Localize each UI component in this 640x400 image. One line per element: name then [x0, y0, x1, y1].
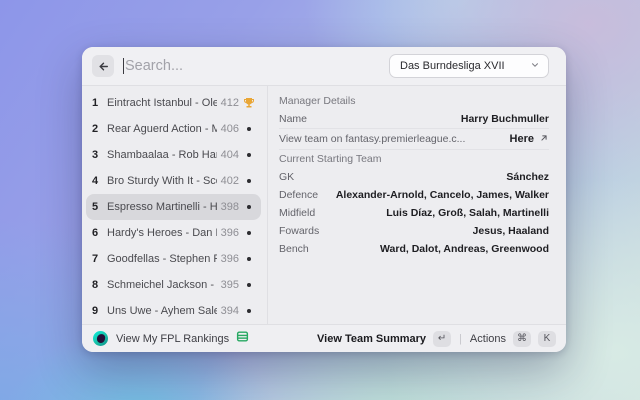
- footer-divider: |: [459, 333, 462, 345]
- team-score: 412: [221, 97, 239, 109]
- name-label: Name: [279, 113, 307, 125]
- text-caret: [123, 58, 124, 74]
- midfield-label: Midfield: [279, 207, 315, 219]
- footer-actions: View Team Summary ↵ | Actions ⌘ K: [317, 331, 556, 347]
- ranking-row-8[interactable]: 8 Schmeichel Jackson - T... 395: [86, 272, 261, 298]
- back-button[interactable]: [92, 55, 114, 77]
- search-input[interactable]: [125, 58, 325, 74]
- k-key-badge: K: [538, 331, 556, 347]
- dot-icon: [239, 257, 259, 261]
- team-score: 394: [221, 305, 239, 317]
- name-value: Harry Buchmuller: [461, 113, 549, 125]
- rank-number: 4: [92, 175, 105, 187]
- ranking-row-6[interactable]: 6 Hardy's Heroes - Dan H... 396: [86, 220, 261, 246]
- bench-label: Bench: [279, 243, 309, 255]
- rank-number: 7: [92, 253, 105, 265]
- ranking-row-4[interactable]: 4 Bro Sturdy With It - Sco... 402: [86, 168, 261, 194]
- cmd-key-badge: ⌘: [513, 331, 531, 347]
- actions-button[interactable]: Actions: [470, 333, 506, 345]
- ranking-row-1[interactable]: 1 Eintracht Istanbul - Ole-... 412: [86, 90, 261, 116]
- team-title: Rear Aguerd Action - M...: [107, 123, 217, 135]
- ranking-row-9[interactable]: 9 Uns Uwe - Ayhem Saleh 394: [86, 298, 261, 324]
- team-title: Schmeichel Jackson - T...: [107, 279, 217, 291]
- dot-icon: [239, 309, 259, 313]
- team-title: Eintracht Istanbul - Ole-...: [107, 97, 217, 109]
- defence-value: Alexander-Arnold, Cancelo, James, Walker: [336, 189, 549, 201]
- team-title: Bro Sturdy With It - Sco...: [107, 175, 217, 187]
- team-score: 404: [221, 149, 239, 161]
- launcher-window: Das Burndesliga XVII 1 Eintracht Istanbu…: [82, 47, 566, 352]
- team-title: Espresso Martinelli - Ha...: [107, 201, 217, 213]
- rank-number: 1: [92, 97, 105, 109]
- league-dropdown-value: Das Burndesliga XVII: [400, 60, 505, 72]
- team-score: 398: [221, 201, 239, 213]
- chevron-down-icon: [530, 57, 540, 75]
- gk-value: Sánchez: [506, 171, 549, 183]
- main-content: 1 Eintracht Istanbul - Ole-... 412 2 Rea…: [82, 86, 566, 324]
- defence-label: Defence: [279, 189, 318, 201]
- detail-pane: Manager Details Name Harry Buchmuller Vi…: [268, 86, 566, 324]
- bench-value: Ward, Dalot, Andreas, Greenwood: [380, 243, 549, 255]
- rankings-list: 1 Eintracht Istanbul - Ole-... 412 2 Rea…: [82, 86, 268, 324]
- footer-bar: View My FPL Rankings View Team Summary ↵…: [82, 324, 566, 352]
- enter-key-badge: ↵: [433, 331, 451, 347]
- here-link[interactable]: Here: [510, 133, 534, 145]
- dot-icon: [239, 231, 259, 235]
- dot-icon: [239, 153, 259, 157]
- midfield-value: Luis Díaz, Groß, Salah, Martinelli: [386, 207, 549, 219]
- midfield-row: Midfield Luis Díaz, Groß, Salah, Martine…: [279, 204, 549, 222]
- name-row: Name Harry Buchmuller: [279, 110, 549, 128]
- team-title: Uns Uwe - Ayhem Saleh: [107, 305, 217, 317]
- fpl-app-icon: [93, 331, 108, 346]
- team-score: 396: [221, 227, 239, 239]
- trophy-icon: [239, 97, 259, 109]
- forwards-label: Fowards: [279, 225, 319, 237]
- dot-icon: [239, 179, 259, 183]
- rankings-list-icon: [236, 330, 249, 348]
- dot-icon: [239, 205, 259, 209]
- gk-row: GK Sánchez: [279, 168, 549, 186]
- team-score: 402: [221, 175, 239, 187]
- top-bar: Das Burndesliga XVII: [82, 47, 566, 86]
- forwards-row: Fowards Jesus, Haaland: [279, 222, 549, 240]
- team-title: Hardy's Heroes - Dan H...: [107, 227, 217, 239]
- rank-number: 5: [92, 201, 105, 213]
- ranking-row-2[interactable]: 2 Rear Aguerd Action - M... 406: [86, 116, 261, 142]
- bench-row: Bench Ward, Dalot, Andreas, Greenwood: [279, 240, 549, 258]
- starting-team-header: Current Starting Team: [279, 150, 549, 168]
- rank-number: 8: [92, 279, 105, 291]
- defence-row: Defence Alexander-Arnold, Cancelo, James…: [279, 186, 549, 204]
- gk-label: GK: [279, 171, 294, 183]
- footer-app-label: View My FPL Rankings: [116, 333, 229, 345]
- rank-number: 9: [92, 305, 105, 317]
- team-title: Goodfellas - Stephen Fi...: [107, 253, 217, 265]
- dot-icon: [239, 283, 259, 287]
- rank-number: 3: [92, 149, 105, 161]
- team-score: 395: [221, 279, 239, 291]
- rank-number: 2: [92, 123, 105, 135]
- forwards-value: Jesus, Haaland: [473, 225, 549, 237]
- view-team-label: View team on fantasy.premierleague.c...: [279, 133, 465, 145]
- view-team-summary-button[interactable]: View Team Summary: [317, 333, 426, 345]
- ranking-row-7[interactable]: 7 Goodfellas - Stephen Fi... 396: [86, 246, 261, 272]
- dot-icon: [239, 127, 259, 131]
- arrow-up-right-icon: [539, 130, 549, 148]
- arrow-left-icon: [97, 60, 110, 73]
- team-title: Shambaalaa - Rob Hami...: [107, 149, 217, 161]
- league-dropdown[interactable]: Das Burndesliga XVII: [389, 54, 549, 78]
- rank-number: 6: [92, 227, 105, 239]
- team-score: 396: [221, 253, 239, 265]
- view-team-link-row[interactable]: View team on fantasy.premierleague.c... …: [279, 128, 549, 150]
- team-score: 406: [221, 123, 239, 135]
- manager-details-header: Manager Details: [279, 92, 549, 110]
- ranking-row-5-selected[interactable]: 5 Espresso Martinelli - Ha... 398: [86, 194, 261, 220]
- ranking-row-3[interactable]: 3 Shambaalaa - Rob Hami... 404: [86, 142, 261, 168]
